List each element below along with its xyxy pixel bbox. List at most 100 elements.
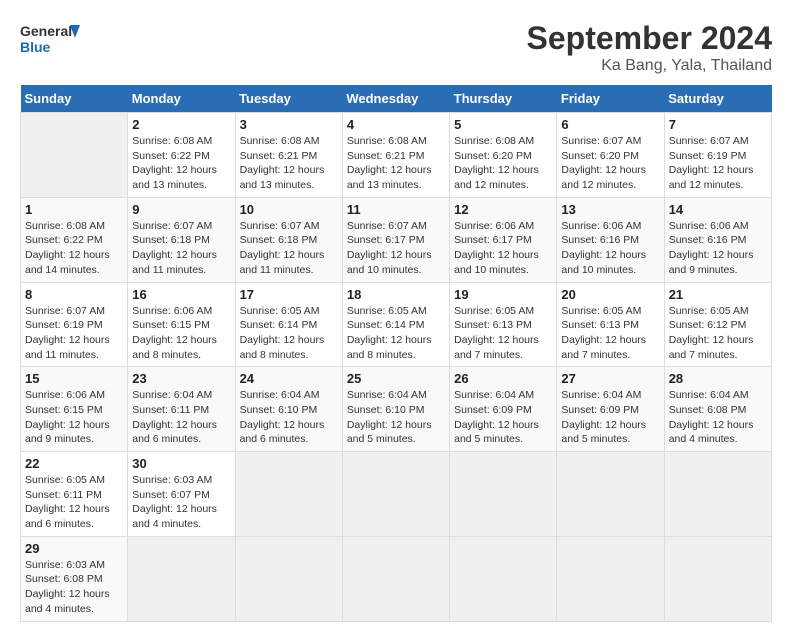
- day-info: Sunrise: 6:03 AM Sunset: 6:07 PM Dayligh…: [132, 473, 230, 532]
- day-number: 20: [561, 287, 659, 302]
- calendar-cell: 8Sunrise: 6:07 AM Sunset: 6:19 PM Daylig…: [21, 282, 128, 367]
- calendar-cell: [557, 452, 664, 537]
- calendar-cell: 2Sunrise: 6:08 AM Sunset: 6:22 PM Daylig…: [128, 113, 235, 198]
- day-number: 22: [25, 456, 123, 471]
- calendar-cell: 17Sunrise: 6:05 AM Sunset: 6:14 PM Dayli…: [235, 282, 342, 367]
- calendar-cell: [664, 536, 771, 621]
- day-number: 12: [454, 202, 552, 217]
- day-info: Sunrise: 6:08 AM Sunset: 6:20 PM Dayligh…: [454, 134, 552, 193]
- day-info: Sunrise: 6:07 AM Sunset: 6:17 PM Dayligh…: [347, 219, 445, 278]
- calendar-cell: [235, 452, 342, 537]
- calendar-cell: 1 Sunrise: 6:08 AM Sunset: 6:22 PM Daylig…: [21, 197, 128, 282]
- calendar-cell: 22 Sunrise: 6:05 AM Sunset: 6:11 PM Dayli…: [21, 452, 128, 537]
- page-header: General Blue September 2024 Ka Bang, Yal…: [20, 20, 772, 75]
- day-info: Sunrise: 6:06 AM Sunset: 6:17 PM Dayligh…: [454, 219, 552, 278]
- title-area: September 2024 Ka Bang, Yala, Thailand: [527, 20, 772, 75]
- day-number: 25: [347, 371, 445, 386]
- logo: General Blue: [20, 20, 80, 65]
- day-number: 6: [561, 117, 659, 132]
- calendar-cell: [235, 536, 342, 621]
- day-number: 11: [347, 202, 445, 217]
- calendar-week-0: 2Sunrise: 6:08 AM Sunset: 6:22 PM Daylig…: [21, 113, 772, 198]
- column-header-saturday: Saturday: [664, 85, 771, 113]
- calendar-cell: 24 Sunrise: 6:04 AM Sunset: 6:10 PM Dayli…: [235, 367, 342, 452]
- day-number: 18: [347, 287, 445, 302]
- page-title: September 2024: [527, 20, 772, 57]
- column-header-monday: Monday: [128, 85, 235, 113]
- calendar-cell: [450, 452, 557, 537]
- svg-text:Blue: Blue: [20, 39, 51, 55]
- day-number: 9: [132, 202, 230, 217]
- day-info: Sunrise: 6:07 AM Sunset: 6:20 PM Dayligh…: [561, 134, 659, 193]
- calendar-cell: 5 Sunrise: 6:08 AM Sunset: 6:20 PM Daylig…: [450, 113, 557, 198]
- calendar-cell: [128, 536, 235, 621]
- column-header-friday: Friday: [557, 85, 664, 113]
- day-info: Sunrise: 6:08 AM Sunset: 6:21 PM Dayligh…: [240, 134, 338, 193]
- calendar-cell: 12 Sunrise: 6:06 AM Sunset: 6:17 PM Dayli…: [450, 197, 557, 282]
- day-number: 13: [561, 202, 659, 217]
- calendar-cell: 23Sunrise: 6:04 AM Sunset: 6:11 PM Dayli…: [128, 367, 235, 452]
- day-info: Sunrise: 6:04 AM Sunset: 6:09 PM Dayligh…: [561, 388, 659, 447]
- calendar-cell: 20 Sunrise: 6:05 AM Sunset: 6:13 PM Dayli…: [557, 282, 664, 367]
- svg-text:General: General: [20, 23, 72, 39]
- day-number: 21: [669, 287, 767, 302]
- day-info: Sunrise: 6:08 AM Sunset: 6:21 PM Dayligh…: [347, 134, 445, 193]
- day-number: 30: [132, 456, 230, 471]
- day-info: Sunrise: 6:05 AM Sunset: 6:13 PM Dayligh…: [561, 304, 659, 363]
- day-number: 2: [132, 117, 230, 132]
- day-info: Sunrise: 6:05 AM Sunset: 6:14 PM Dayligh…: [347, 304, 445, 363]
- calendar-cell: 19Sunrise: 6:05 AM Sunset: 6:13 PM Dayli…: [450, 282, 557, 367]
- day-info: Sunrise: 6:05 AM Sunset: 6:11 PM Dayligh…: [25, 473, 123, 532]
- calendar-cell: 6 Sunrise: 6:07 AM Sunset: 6:20 PM Daylig…: [557, 113, 664, 198]
- day-info: Sunrise: 6:06 AM Sunset: 6:16 PM Dayligh…: [669, 219, 767, 278]
- day-info: Sunrise: 6:04 AM Sunset: 6:10 PM Dayligh…: [240, 388, 338, 447]
- calendar-cell: [21, 113, 128, 198]
- day-info: Sunrise: 6:05 AM Sunset: 6:14 PM Dayligh…: [240, 304, 338, 363]
- logo-svg: General Blue: [20, 20, 80, 65]
- day-number: 29: [25, 541, 123, 556]
- day-info: Sunrise: 6:07 AM Sunset: 6:19 PM Dayligh…: [25, 304, 123, 363]
- calendar-cell: 16 Sunrise: 6:06 AM Sunset: 6:15 PM Dayli…: [128, 282, 235, 367]
- day-number: 27: [561, 371, 659, 386]
- column-header-thursday: Thursday: [450, 85, 557, 113]
- day-info: Sunrise: 6:07 AM Sunset: 6:19 PM Dayligh…: [669, 134, 767, 193]
- column-header-tuesday: Tuesday: [235, 85, 342, 113]
- calendar-week-3: 15 Sunrise: 6:06 AM Sunset: 6:15 PM Dayli…: [21, 367, 772, 452]
- calendar-cell: [557, 536, 664, 621]
- calendar-table: SundayMondayTuesdayWednesdayThursdayFrid…: [20, 85, 772, 622]
- column-header-sunday: Sunday: [21, 85, 128, 113]
- day-info: Sunrise: 6:06 AM Sunset: 6:15 PM Dayligh…: [25, 388, 123, 447]
- day-number: 4: [347, 117, 445, 132]
- day-info: Sunrise: 6:04 AM Sunset: 6:10 PM Dayligh…: [347, 388, 445, 447]
- day-number: 24: [240, 371, 338, 386]
- day-number: 3: [240, 117, 338, 132]
- calendar-cell: 27 Sunrise: 6:04 AM Sunset: 6:09 PM Dayli…: [557, 367, 664, 452]
- calendar-cell: 10Sunrise: 6:07 AM Sunset: 6:18 PM Dayli…: [235, 197, 342, 282]
- calendar-cell: 28Sunrise: 6:04 AM Sunset: 6:08 PM Dayli…: [664, 367, 771, 452]
- day-number: 14: [669, 202, 767, 217]
- calendar-cell: 29Sunrise: 6:03 AM Sunset: 6:08 PM Dayli…: [21, 536, 128, 621]
- day-number: 5: [454, 117, 552, 132]
- calendar-cell: 4 Sunrise: 6:08 AM Sunset: 6:21 PM Daylig…: [342, 113, 449, 198]
- day-number: 16: [132, 287, 230, 302]
- day-number: 7: [669, 117, 767, 132]
- calendar-cell: 3 Sunrise: 6:08 AM Sunset: 6:21 PM Daylig…: [235, 113, 342, 198]
- day-info: Sunrise: 6:08 AM Sunset: 6:22 PM Dayligh…: [25, 219, 123, 278]
- calendar-cell: 13 Sunrise: 6:06 AM Sunset: 6:16 PM Dayli…: [557, 197, 664, 282]
- page-subtitle: Ka Bang, Yala, Thailand: [527, 57, 772, 75]
- day-info: Sunrise: 6:05 AM Sunset: 6:13 PM Dayligh…: [454, 304, 552, 363]
- calendar-cell: 25 Sunrise: 6:04 AM Sunset: 6:10 PM Dayli…: [342, 367, 449, 452]
- column-header-wednesday: Wednesday: [342, 85, 449, 113]
- day-info: Sunrise: 6:05 AM Sunset: 6:12 PM Dayligh…: [669, 304, 767, 363]
- day-info: Sunrise: 6:06 AM Sunset: 6:16 PM Dayligh…: [561, 219, 659, 278]
- calendar-cell: 18 Sunrise: 6:05 AM Sunset: 6:14 PM Dayli…: [342, 282, 449, 367]
- day-info: Sunrise: 6:07 AM Sunset: 6:18 PM Dayligh…: [240, 219, 338, 278]
- day-number: 15: [25, 371, 123, 386]
- calendar-cell: 21 Sunrise: 6:05 AM Sunset: 6:12 PM Dayli…: [664, 282, 771, 367]
- calendar-cell: 11 Sunrise: 6:07 AM Sunset: 6:17 PM Dayli…: [342, 197, 449, 282]
- day-info: Sunrise: 6:06 AM Sunset: 6:15 PM Dayligh…: [132, 304, 230, 363]
- calendar-cell: [664, 452, 771, 537]
- day-number: 1: [25, 202, 123, 217]
- day-info: Sunrise: 6:04 AM Sunset: 6:08 PM Dayligh…: [669, 388, 767, 447]
- day-info: Sunrise: 6:07 AM Sunset: 6:18 PM Dayligh…: [132, 219, 230, 278]
